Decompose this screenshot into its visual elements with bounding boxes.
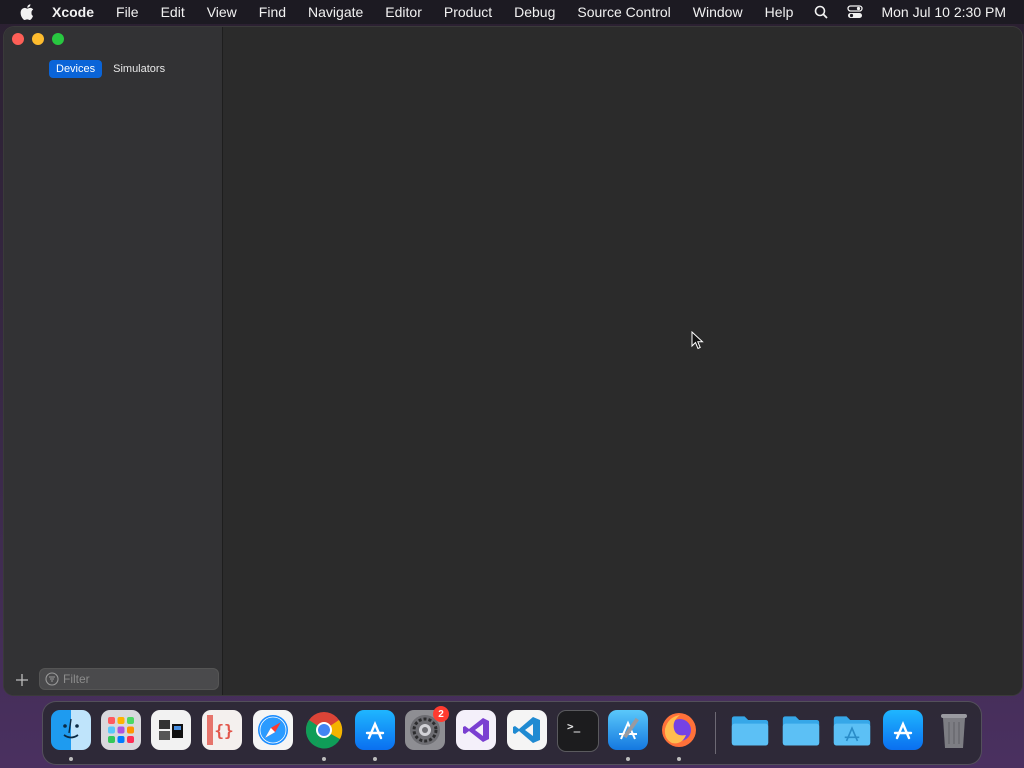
control-center-icon[interactable] [847, 4, 864, 20]
window-controls [12, 33, 64, 45]
menu-navigate[interactable]: Navigate [308, 4, 363, 20]
app-store-icon[interactable] [355, 710, 395, 750]
launchpad-icon[interactable] [101, 710, 141, 750]
filter-placeholder: Filter [63, 672, 90, 686]
safari-icon[interactable] [253, 710, 293, 750]
menu-help[interactable]: Help [765, 4, 794, 20]
menu-product[interactable]: Product [444, 4, 492, 20]
menu-view[interactable]: View [207, 4, 237, 20]
spotlight-search-icon[interactable] [813, 4, 829, 20]
visual-studio-icon[interactable] [456, 710, 496, 750]
app-store-icon[interactable] [883, 710, 923, 750]
menu-window[interactable]: Window [693, 4, 743, 20]
window-manager-icon[interactable] [151, 710, 191, 750]
trash-icon[interactable] [934, 710, 974, 750]
notification-badge: 2 [433, 706, 449, 722]
minimize-window-button[interactable] [32, 33, 44, 45]
devices-simulators-segmented-control: Devices Simulators [49, 60, 172, 78]
firefox-icon[interactable] [659, 710, 699, 750]
add-device-button[interactable] [14, 672, 30, 688]
vscode-icon[interactable] [507, 710, 547, 750]
svg-text:{}: {} [214, 721, 233, 740]
close-window-button[interactable] [12, 33, 24, 45]
device-detail-pane [223, 27, 1022, 695]
zoom-window-button[interactable] [52, 33, 64, 45]
menu-clock[interactable]: Mon Jul 10 2:30 PM [881, 4, 1006, 20]
running-indicator [373, 757, 377, 761]
json-editor-icon[interactable]: {} [202, 710, 242, 750]
mouse-pointer-icon [691, 331, 704, 350]
menu-find[interactable]: Find [259, 4, 286, 20]
running-indicator [322, 757, 326, 761]
filter-field[interactable]: Filter [39, 668, 219, 690]
tab-simulators[interactable]: Simulators [106, 60, 172, 78]
running-indicator [626, 757, 630, 761]
chrome-icon[interactable] [304, 710, 344, 750]
running-indicator [69, 757, 73, 761]
folder-icon[interactable] [730, 710, 770, 750]
menu-app-name[interactable]: Xcode [52, 4, 94, 20]
dock: {} 2 >_ [42, 701, 982, 765]
menu-debug[interactable]: Debug [514, 4, 555, 20]
apple-menu-icon[interactable] [18, 3, 36, 21]
tab-devices[interactable]: Devices [49, 60, 103, 78]
sidebar: Devices Simulators Filter [4, 27, 223, 695]
menu-file[interactable]: File [116, 4, 139, 20]
filter-icon [45, 672, 59, 686]
running-indicator [677, 757, 681, 761]
menu-edit[interactable]: Edit [161, 4, 185, 20]
menu-source-control[interactable]: Source Control [577, 4, 670, 20]
svg-text:>_: >_ [567, 720, 581, 733]
folder-icon[interactable] [781, 710, 821, 750]
finder-icon[interactable] [51, 710, 91, 750]
dock-separator [715, 712, 716, 754]
xcode-icon[interactable] [608, 710, 648, 750]
terminal-icon[interactable]: >_ [557, 710, 599, 752]
devices-window: Devices Simulators Filter [4, 27, 1022, 695]
applications-folder-icon[interactable] [832, 710, 872, 750]
sidebar-footer: Filter [4, 665, 222, 695]
menu-bar: Xcode File Edit View Find Navigate Edito… [0, 0, 1024, 24]
menu-editor[interactable]: Editor [385, 4, 422, 20]
